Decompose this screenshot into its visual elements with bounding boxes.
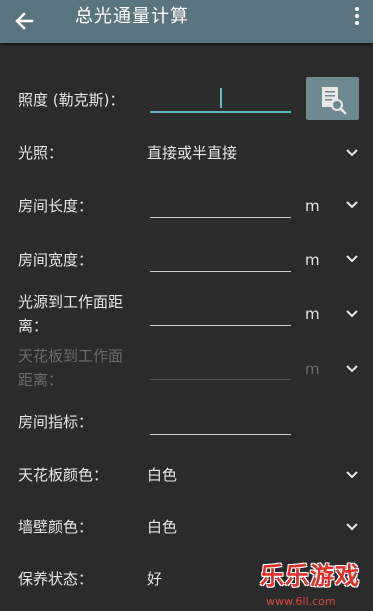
ceiling-height-input <box>150 379 291 380</box>
chevron-down-icon[interactable] <box>345 254 359 264</box>
chevron-down-icon <box>346 365 358 373</box>
more-vert-icon[interactable] <box>351 7 363 27</box>
ceiling-color-label: 天花板颜色： <box>18 466 109 484</box>
maintenance-select[interactable]: 好 <box>147 569 162 589</box>
light-height-label-cont: 离： <box>18 317 49 335</box>
chevron-down-icon[interactable] <box>345 470 359 480</box>
light-height-input[interactable] <box>150 325 291 326</box>
watermark-logo: 乐乐游戏 www.6ll.com <box>254 559 373 611</box>
ceiling-height-label-cont: 距离： <box>18 371 64 389</box>
illuminance-input[interactable] <box>150 111 291 113</box>
room-width-input[interactable] <box>150 271 291 272</box>
ceiling-color-select[interactable]: 白色 <box>147 465 177 485</box>
back-button[interactable] <box>12 8 38 34</box>
calculate-button[interactable] <box>306 77 359 120</box>
calculate-document-search-icon <box>322 87 347 115</box>
illuminance-label: 照度 (勒克斯)： <box>18 91 125 109</box>
chevron-down-icon[interactable] <box>345 148 359 158</box>
text-caret <box>220 88 222 108</box>
room-length-unit[interactable]: m <box>305 196 320 216</box>
watermark-text: 乐乐游戏 <box>260 562 360 590</box>
chevron-down-icon[interactable] <box>345 200 359 210</box>
page-title: 总光通量计算 <box>75 6 189 27</box>
watermark-url: www.6ll.com <box>266 595 336 608</box>
light-height-label: 光源到工作面距 <box>18 293 124 311</box>
ceiling-height-label: 天花板到工作面 <box>18 347 124 365</box>
room-index-input[interactable] <box>150 434 291 435</box>
wall-color-select[interactable]: 白色 <box>147 517 177 537</box>
chevron-down-icon[interactable] <box>345 309 359 319</box>
lighting-label: 光照： <box>18 144 64 162</box>
wall-color-label: 墙壁颜色： <box>18 518 94 536</box>
app-bar: 总光通量计算 <box>0 0 373 43</box>
room-width-unit[interactable]: m <box>305 250 320 270</box>
light-height-unit[interactable]: m <box>305 304 320 324</box>
room-index-label: 房间指标： <box>18 413 94 431</box>
lighting-select[interactable]: 直接或半直接 <box>147 143 237 163</box>
room-length-label: 房间长度： <box>18 197 94 215</box>
room-width-label: 房间宽度： <box>18 251 94 269</box>
chevron-down-icon[interactable] <box>345 522 359 532</box>
arrow-left-icon <box>15 12 34 30</box>
room-length-input[interactable] <box>150 217 291 218</box>
maintenance-label: 保养状态： <box>18 570 94 588</box>
ceiling-height-unit: m <box>305 360 320 378</box>
